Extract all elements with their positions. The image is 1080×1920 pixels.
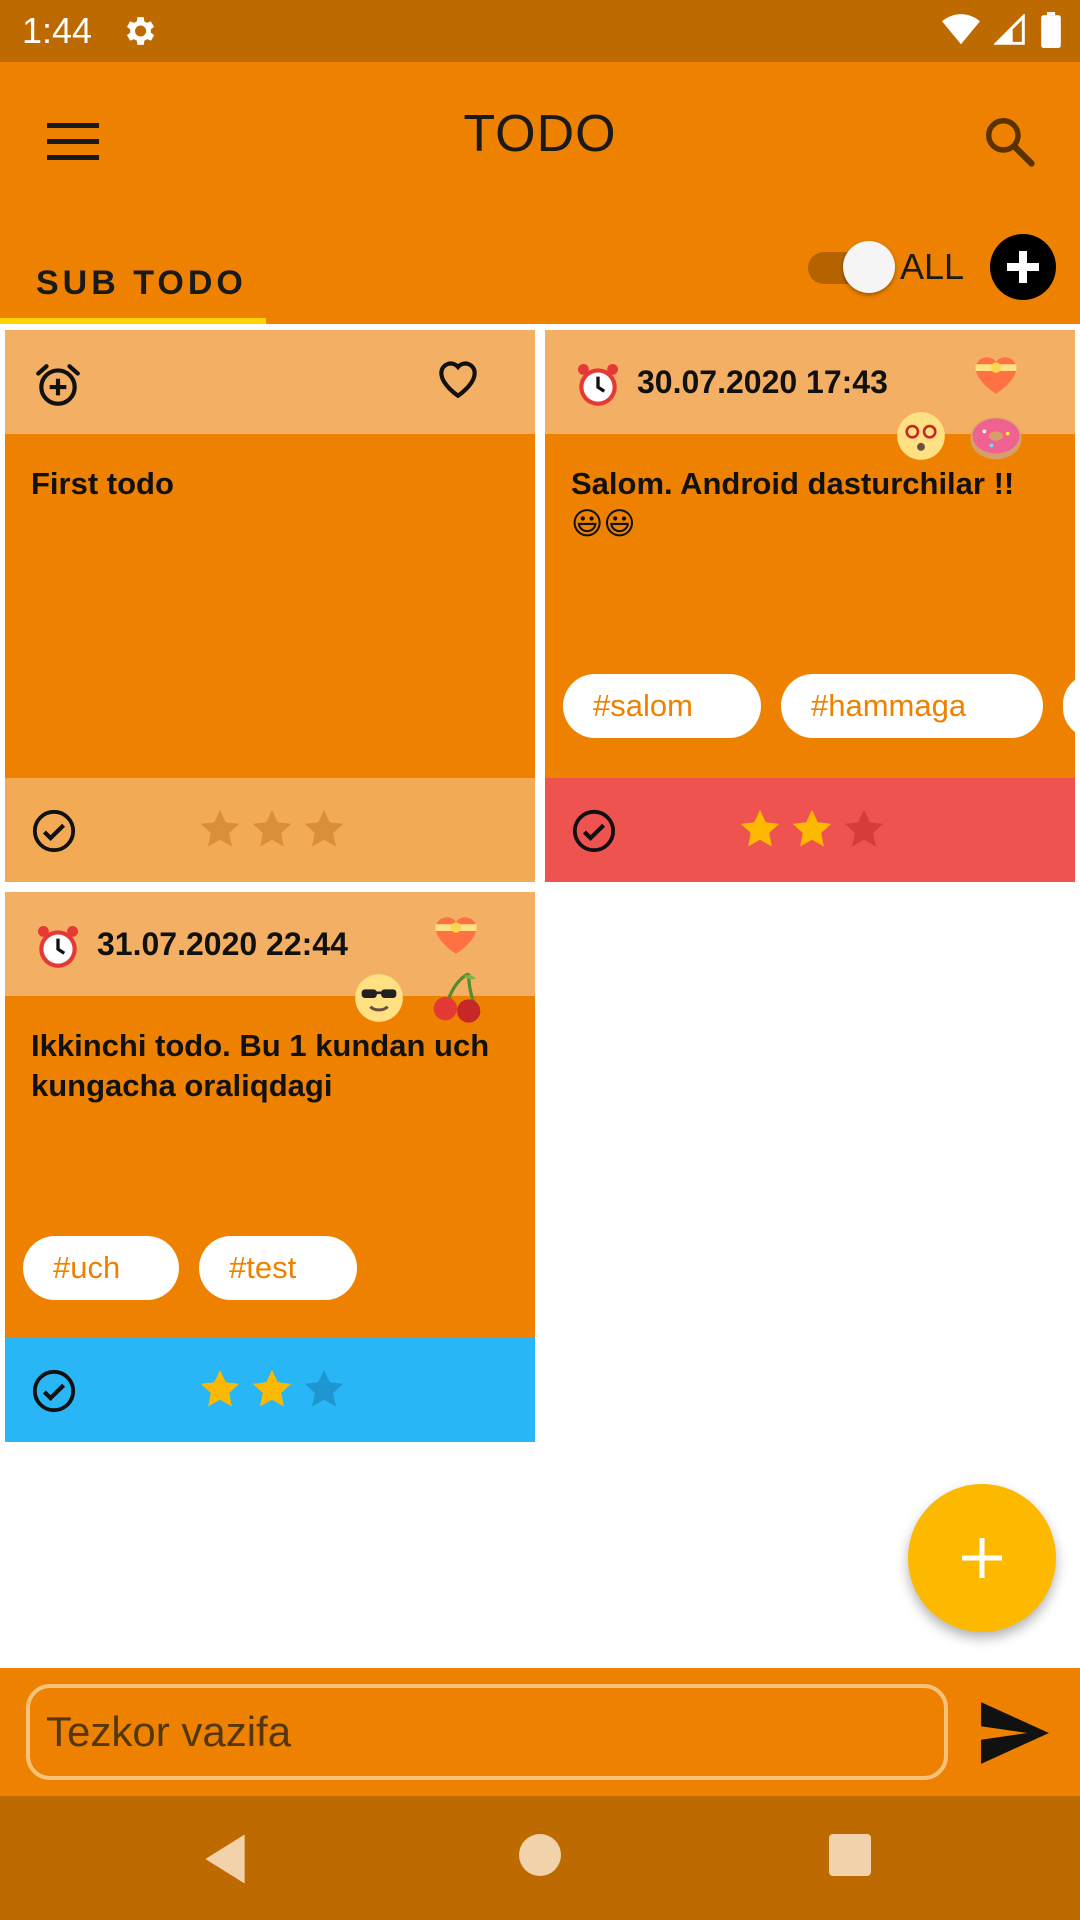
card-text: Ikkinchi todo. Bu 1 kundan uch kungacha … bbox=[31, 1028, 490, 1103]
search-button[interactable] bbox=[974, 106, 1044, 176]
card-text: Salom. Android dasturchilar !! 😃😃 bbox=[571, 466, 1015, 541]
system-nav-bar bbox=[0, 1796, 1080, 1920]
card-header bbox=[5, 330, 535, 434]
back-icon[interactable] bbox=[200, 1832, 250, 1886]
check-circle-icon[interactable] bbox=[31, 808, 77, 854]
plus-icon bbox=[962, 1538, 1002, 1578]
add-sub-todo-button[interactable] bbox=[990, 234, 1056, 300]
tab-sub-todo[interactable]: SUB TODO bbox=[0, 238, 266, 324]
star-icon[interactable] bbox=[197, 806, 243, 852]
tab-label: SUB TODO bbox=[36, 264, 247, 302]
rating-stars[interactable] bbox=[737, 806, 887, 852]
star-icon[interactable] bbox=[249, 806, 295, 852]
card-text: First todo bbox=[31, 466, 174, 501]
alarm-clock-icon[interactable] bbox=[33, 922, 83, 972]
heart-bow-icon[interactable] bbox=[427, 906, 485, 956]
tag-chip-overflow[interactable] bbox=[1063, 674, 1075, 738]
check-circle-icon[interactable] bbox=[31, 1368, 77, 1414]
rating-stars[interactable] bbox=[197, 1366, 347, 1412]
check-circle-icon[interactable] bbox=[571, 808, 617, 854]
quick-task-bar bbox=[0, 1668, 1080, 1796]
plus-icon bbox=[1007, 251, 1039, 283]
tab-indicator bbox=[0, 318, 266, 324]
card-footer bbox=[545, 778, 1075, 882]
star-icon[interactable] bbox=[249, 1366, 295, 1412]
rating-stars[interactable] bbox=[197, 806, 347, 852]
sunglasses-face-icon bbox=[355, 974, 403, 1022]
search-icon bbox=[986, 118, 1035, 167]
status-bar: 1:44 bbox=[0, 0, 1080, 62]
todo-card[interactable]: 30.07.2020 17:43 Salom. Android dasturch… bbox=[545, 330, 1075, 882]
alarm-add-icon[interactable] bbox=[33, 360, 83, 410]
star-icon[interactable] bbox=[841, 806, 887, 852]
dizzy-face-icon bbox=[897, 412, 945, 460]
add-todo-fab[interactable] bbox=[908, 1484, 1056, 1632]
card-date: 30.07.2020 17:43 bbox=[637, 364, 888, 400]
wifi-icon bbox=[942, 14, 980, 45]
toggle-label: ALL bbox=[900, 246, 965, 287]
all-toggle[interactable] bbox=[808, 241, 895, 293]
todo-card[interactable]: 31.07.2020 22:44 Ikkinchi todo. Bu 1 kun… bbox=[5, 892, 535, 1442]
app-title: TODO bbox=[463, 105, 617, 163]
star-icon[interactable] bbox=[789, 806, 835, 852]
alarm-clock-icon[interactable] bbox=[573, 360, 623, 410]
cherries-icon bbox=[433, 972, 481, 1023]
star-icon[interactable] bbox=[301, 806, 347, 852]
tag-chip[interactable]: #test bbox=[199, 1236, 357, 1300]
card-footer bbox=[5, 1338, 535, 1442]
recents-icon[interactable] bbox=[829, 1834, 871, 1876]
heart-bow-icon[interactable] bbox=[967, 346, 1025, 396]
battery-icon bbox=[1041, 12, 1061, 48]
donut-icon bbox=[970, 417, 1022, 460]
status-time: 1:44 bbox=[22, 10, 93, 51]
todo-card[interactable]: First todo bbox=[5, 330, 535, 882]
star-icon[interactable] bbox=[301, 1366, 347, 1412]
tag-chip[interactable]: #hammaga bbox=[781, 674, 1043, 738]
home-icon[interactable] bbox=[519, 1834, 561, 1876]
quick-task-input[interactable] bbox=[26, 1684, 948, 1780]
card-footer bbox=[5, 778, 535, 882]
star-icon[interactable] bbox=[197, 1366, 243, 1412]
tag-chip[interactable]: #salom bbox=[563, 674, 761, 738]
toggle-thumb bbox=[843, 241, 895, 293]
tag-chip[interactable]: #uch bbox=[23, 1236, 179, 1300]
gear-icon bbox=[126, 17, 155, 45]
heart-outline-icon[interactable] bbox=[433, 352, 483, 402]
card-date: 31.07.2020 22:44 bbox=[97, 926, 348, 962]
send-icon[interactable] bbox=[978, 1698, 1052, 1768]
signal-icon bbox=[994, 14, 1025, 45]
star-icon[interactable] bbox=[737, 806, 783, 852]
